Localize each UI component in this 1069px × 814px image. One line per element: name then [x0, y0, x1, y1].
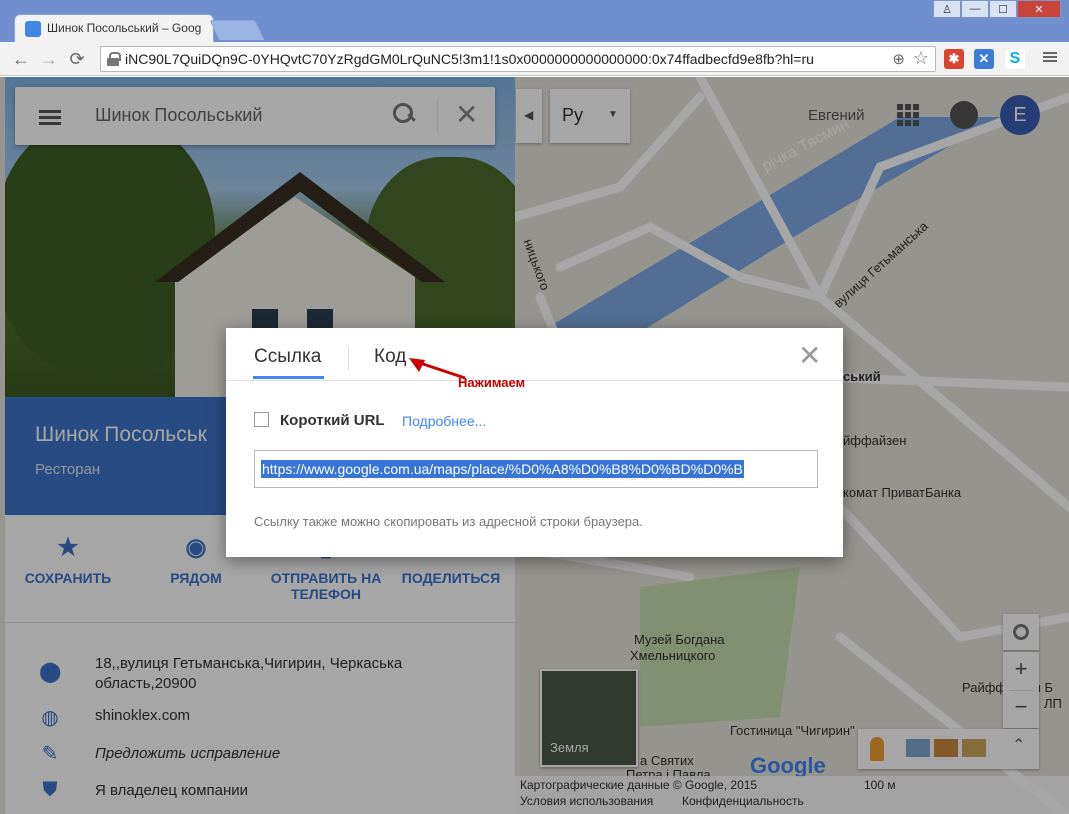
maximize-button[interactable]: ☐: [989, 0, 1017, 18]
tab-separator: [348, 346, 349, 370]
browser-titlebar: Шинок Посольський – Goog ♙ — ☐ ✕: [0, 0, 1069, 42]
share-url-field[interactable]: https://www.google.com.ua/maps/place/%D0…: [254, 450, 818, 488]
forward-icon[interactable]: →: [38, 48, 60, 70]
browser-menu-icon[interactable]: [1043, 50, 1057, 64]
reload-icon[interactable]: ⟳: [66, 48, 88, 70]
address-bar[interactable]: iNC90L7QuiDQn9C-0YHQvtC70YzRgdGM0LrQuNC5…: [100, 46, 936, 72]
new-tab-button[interactable]: [209, 20, 265, 40]
skype-icon[interactable]: S: [1005, 49, 1025, 69]
bookmark-star-icon[interactable]: ☆: [913, 48, 929, 69]
extension-x-icon[interactable]: ✕: [974, 49, 994, 69]
extension-asterisk-icon[interactable]: ✱: [944, 49, 964, 69]
window-controls: ♙ — ☐ ✕: [933, 0, 1061, 18]
browser-tab[interactable]: Шинок Посольський – Goog: [14, 14, 214, 42]
short-url-checkbox[interactable]: [254, 412, 269, 427]
zoom-icon[interactable]: ⊕: [892, 50, 905, 68]
lock-icon: [107, 52, 121, 66]
close-window-button[interactable]: ✕: [1017, 0, 1061, 18]
dialog-hint: Ссылку также можно скопировать из адресн…: [254, 514, 643, 529]
learn-more-link[interactable]: Подробнее...: [402, 413, 486, 429]
annotation-label: Нажимаем: [458, 375, 526, 390]
dialog-divider: [226, 380, 843, 381]
minimize-button[interactable]: —: [961, 0, 989, 18]
maps-favicon-icon: [25, 21, 41, 37]
tab-embed-code[interactable]: Код: [374, 346, 406, 368]
tab-link[interactable]: Ссылка: [254, 346, 321, 368]
active-tab-underline: [253, 376, 324, 379]
back-icon[interactable]: ←: [10, 48, 32, 70]
user-profile-button[interactable]: ♙: [933, 0, 961, 18]
browser-toolbar: ← → ⟳ iNC90L7QuiDQn9C-0YHQvtC70YzRgdGM0L…: [0, 42, 1069, 76]
share-dialog: Ссылка Код ✕ Короткий URL Подробнее... h…: [226, 328, 843, 557]
address-bar-url[interactable]: iNC90L7QuiDQn9C-0YHQvtC70YzRgdGM0LrQuNC5…: [125, 51, 885, 67]
short-url-label: Короткий URL: [280, 412, 385, 429]
share-url-value: https://www.google.com.ua/maps/place/%D0…: [261, 460, 744, 478]
close-dialog-icon[interactable]: ✕: [798, 342, 821, 370]
tab-title: Шинок Посольський – Goog: [47, 21, 202, 35]
